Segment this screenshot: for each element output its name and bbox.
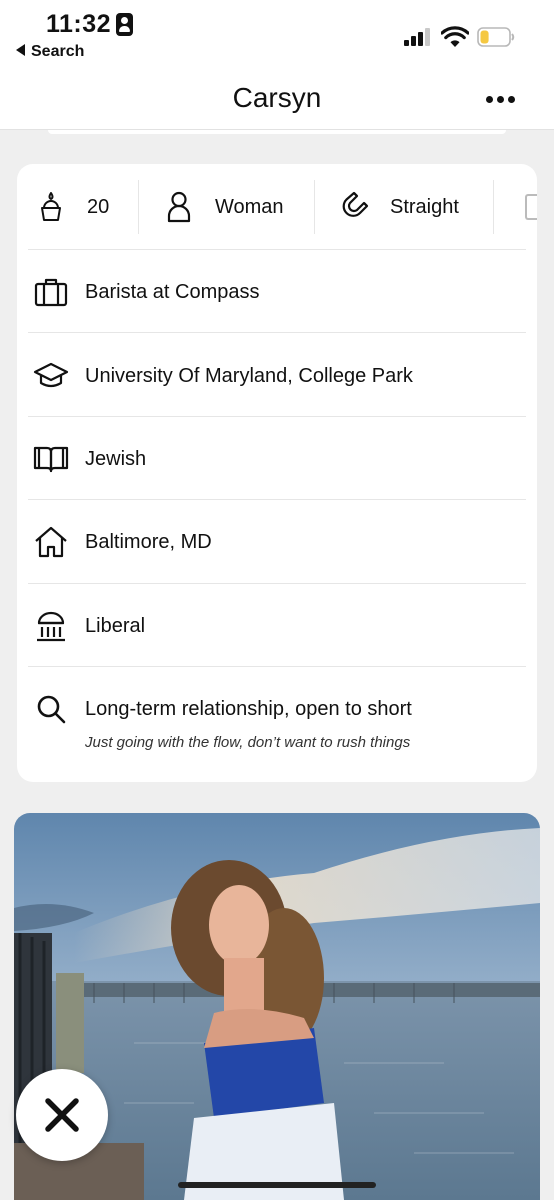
- battery-icon: [477, 27, 515, 47]
- info-row-label: Jewish: [85, 447, 147, 470]
- info-row-job: Barista at Compass: [33, 272, 523, 312]
- dislike-button[interactable]: [16, 1069, 108, 1161]
- previous-card-edge: [48, 130, 506, 134]
- contact-card-icon: [116, 13, 133, 36]
- row-divider: [28, 249, 526, 250]
- info-row-label: University Of Maryland, College Park: [85, 364, 413, 387]
- birthday-cake-icon: [35, 191, 67, 223]
- open-book-icon: [33, 441, 69, 477]
- info-row-dating-intention: Long-term relationship, open to short: [33, 689, 523, 729]
- profile-header: Carsyn: [0, 72, 554, 130]
- orientation-magnet-icon: [338, 191, 370, 223]
- next-chip-partial-icon: [525, 194, 537, 220]
- capitol-building-icon: [33, 608, 69, 644]
- person-icon: [163, 191, 195, 223]
- info-row-school: University Of Maryland, College Park: [33, 356, 523, 396]
- info-row-label: Long-term relationship, open to short: [85, 697, 412, 720]
- info-row-religion: Jewish: [33, 439, 523, 479]
- chip-divider: [314, 180, 315, 234]
- chip-label: 20: [87, 195, 110, 218]
- info-row-hometown: Baltimore, MD: [33, 522, 523, 562]
- back-to-search-link[interactable]: Search: [16, 43, 84, 61]
- back-search-label: Search: [31, 43, 85, 60]
- row-divider: [28, 332, 526, 333]
- status-time: 11:32: [46, 10, 112, 38]
- chip-divider: [493, 180, 494, 234]
- profile-info-card: 20 Woman Straight Barista at Compass Uni…: [17, 164, 537, 782]
- more-options-icon[interactable]: [484, 94, 516, 106]
- page-title: Carsyn: [232, 82, 322, 113]
- graduation-cap-icon: [33, 358, 69, 394]
- row-divider: [28, 499, 526, 500]
- house-icon: [33, 524, 69, 560]
- close-icon: [45, 1098, 79, 1132]
- vitals-chips-row[interactable]: 20 Woman Straight: [17, 164, 537, 250]
- chip-label: Woman: [215, 195, 284, 218]
- info-row-label: Baltimore, MD: [85, 530, 212, 553]
- row-divider: [28, 583, 526, 584]
- info-row-label: Liberal: [85, 614, 146, 637]
- briefcase-icon: [33, 274, 69, 310]
- chip-label: Straight: [390, 195, 459, 218]
- dating-intention-note: Just going with the flow, don’t want to …: [85, 734, 411, 751]
- wifi-icon: [441, 26, 469, 47]
- search-icon: [33, 691, 69, 727]
- cellular-signal-icon: [404, 28, 434, 46]
- chip-age: 20: [35, 180, 109, 234]
- row-divider: [28, 666, 526, 667]
- info-row-label: Barista at Compass: [85, 280, 260, 303]
- row-divider: [28, 416, 526, 417]
- back-triangle-icon: [16, 44, 25, 56]
- info-row-politics: Liberal: [33, 606, 523, 646]
- chip-divider: [138, 180, 139, 234]
- chip-gender: Woman: [163, 180, 284, 234]
- chip-orientation: Straight: [338, 180, 459, 234]
- home-indicator[interactable]: [178, 1182, 376, 1188]
- status-bar: 11:32 Search: [0, 0, 554, 72]
